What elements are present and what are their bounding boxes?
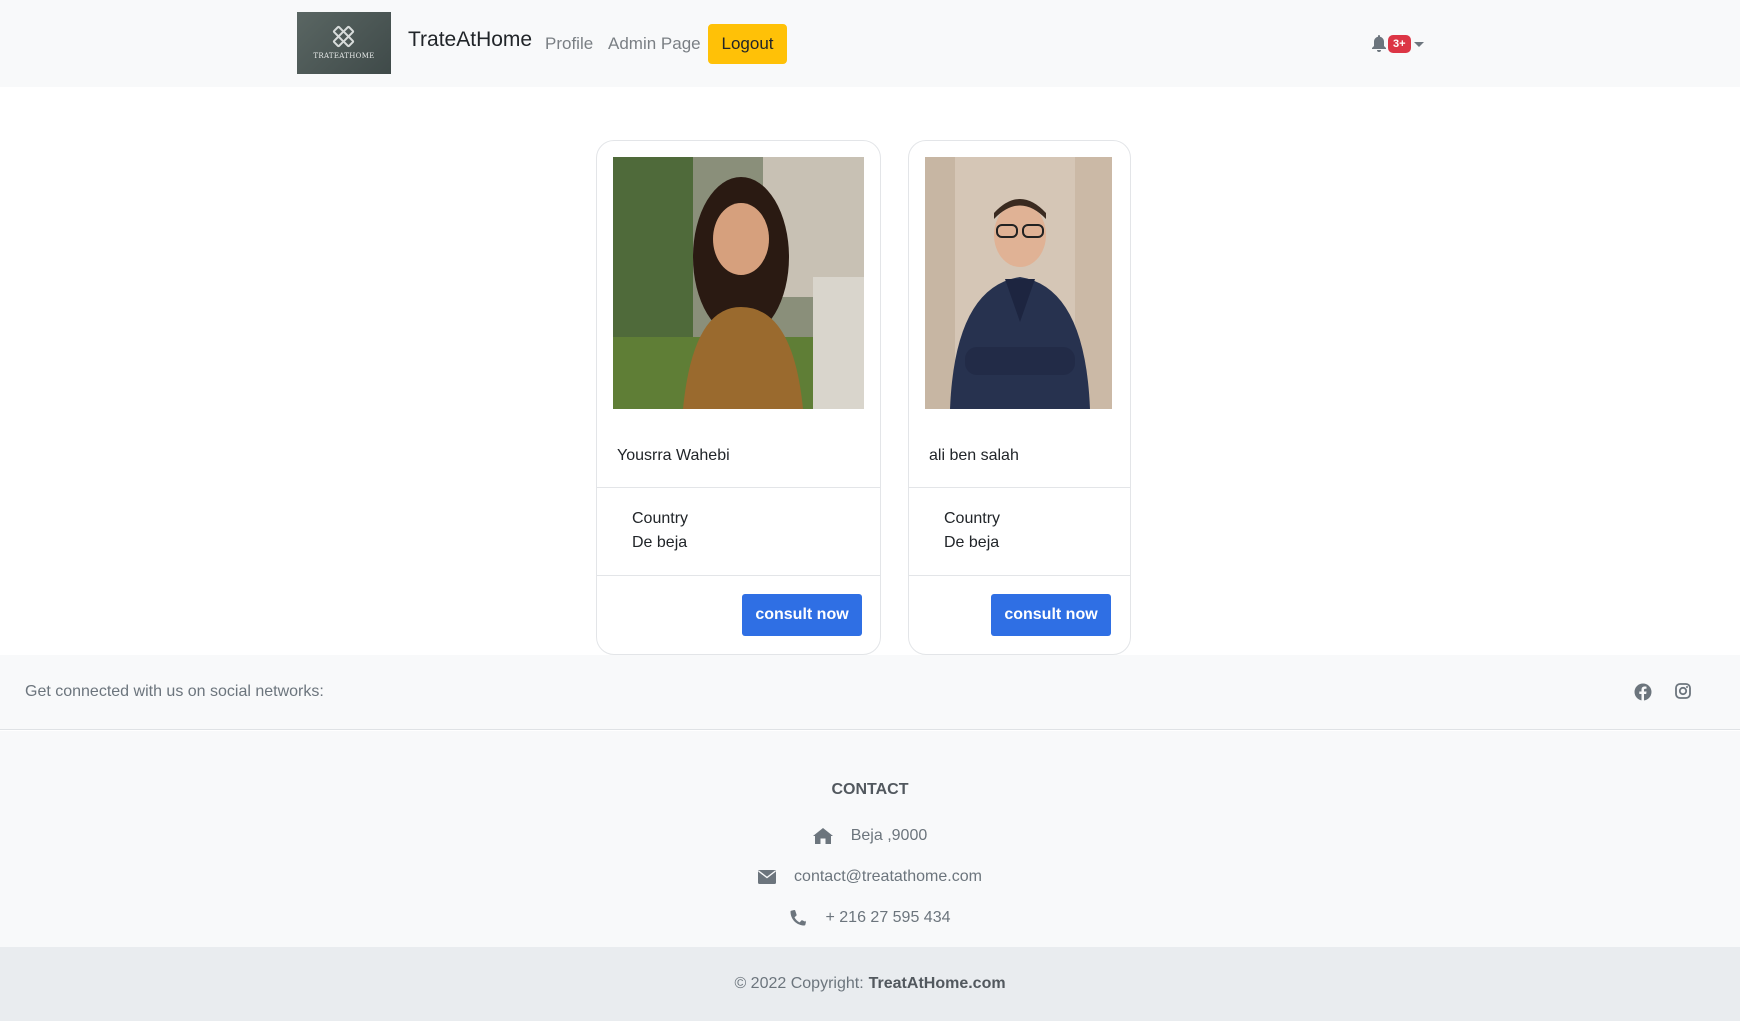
- contact-phone: + 216 27 595 434: [0, 909, 1740, 927]
- logo-mark-icon: [332, 25, 355, 48]
- notification-count-badge: 3+: [1388, 35, 1411, 53]
- nav-link-admin-page[interactable]: Admin Page: [608, 34, 701, 54]
- country-value: De beja: [632, 534, 688, 551]
- contact-heading: CONTACT: [831, 781, 909, 798]
- contact-email: contact@treatathome.com: [0, 868, 1740, 886]
- instagram-icon[interactable]: [1675, 683, 1691, 699]
- contact-address: Beja ,9000: [0, 827, 1740, 845]
- logout-button[interactable]: Logout: [708, 24, 787, 64]
- card-divider: [909, 487, 1130, 488]
- doctor-photo: [925, 157, 1112, 409]
- contact-section: CONTACT Beja ,9000 contact@treatathome.c…: [0, 731, 1740, 947]
- doctor-card: ali ben salah Country De beja consult no…: [908, 140, 1131, 655]
- notifications-dropdown[interactable]: 3+: [1371, 33, 1424, 55]
- email-text[interactable]: contact@treatathome.com: [794, 868, 982, 886]
- phone-text: + 216 27 595 434: [825, 909, 951, 926]
- social-networks-bar: Get connected with us on social networks…: [0, 655, 1740, 730]
- brand-logo[interactable]: TRATEATHOME: [297, 12, 391, 74]
- card-divider: [597, 487, 880, 488]
- consult-now-button[interactable]: consult now: [742, 594, 862, 636]
- card-divider: [909, 575, 1130, 576]
- envelope-icon: [758, 870, 777, 884]
- copyright-link[interactable]: TreatAtHome.com: [869, 975, 1006, 993]
- card-divider: [597, 575, 880, 576]
- country-label: Country: [632, 510, 689, 527]
- phone-icon: [790, 909, 807, 926]
- bell-icon: [1372, 35, 1386, 52]
- home-icon: [812, 828, 833, 844]
- country-value: De beja: [944, 534, 1000, 551]
- doctor-photo: [613, 157, 864, 409]
- brand-name-link[interactable]: TrateAtHome: [408, 28, 532, 52]
- copyright-text: © 2022 Copyright:: [734, 975, 864, 992]
- doctor-name: ali ben salah: [929, 447, 1019, 464]
- facebook-icon[interactable]: [1634, 683, 1652, 701]
- nav-link-profile[interactable]: Profile: [545, 34, 593, 54]
- doctor-card: Yousrra Wahebi Country De beja consult n…: [596, 140, 881, 655]
- address-text: Beja ,9000: [850, 827, 928, 844]
- navbar: TRATEATHOME TrateAtHome Profile Admin Pa…: [0, 0, 1740, 87]
- doctor-name: Yousrra Wahebi: [617, 447, 730, 464]
- copyright-bar: © 2022 Copyright: TreatAtHome.com: [0, 947, 1740, 1021]
- logo-text: TRATEATHOME: [313, 52, 375, 60]
- social-networks-text: Get connected with us on social networks…: [25, 683, 324, 700]
- chevron-down-icon: [1413, 41, 1424, 47]
- consult-now-button[interactable]: consult now: [991, 594, 1111, 636]
- country-label: Country: [944, 510, 1001, 527]
